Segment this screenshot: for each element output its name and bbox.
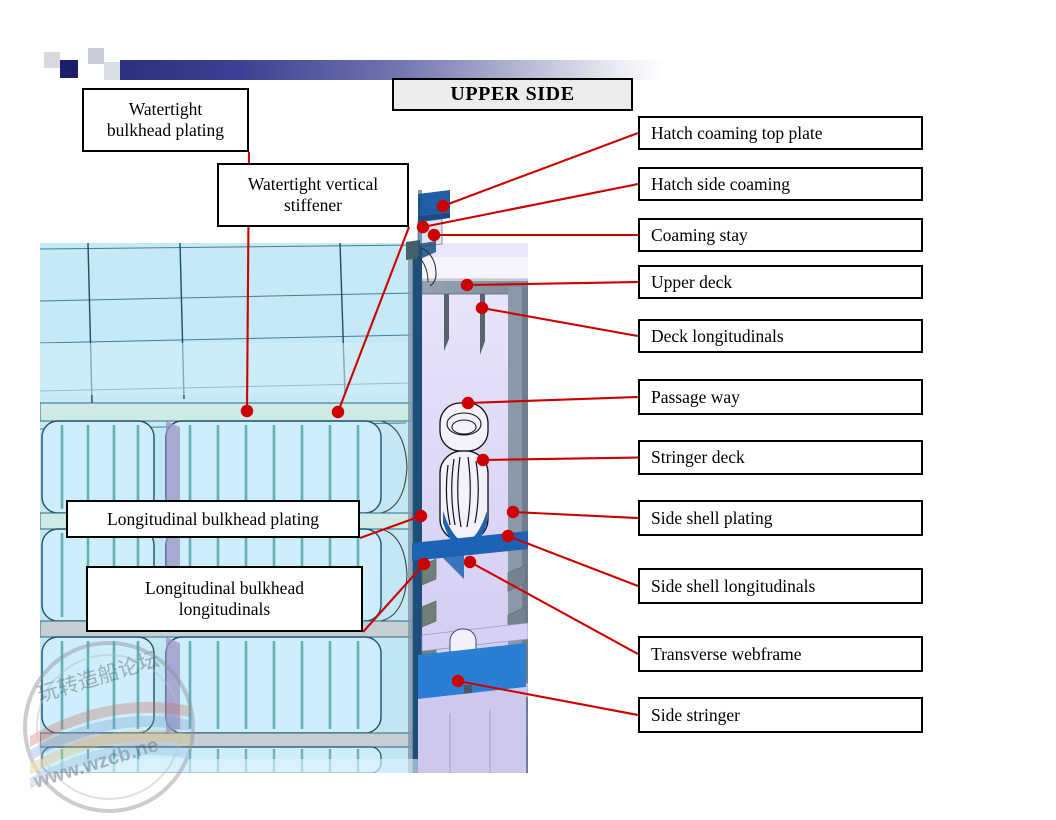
label-longitudinal-bulkhead-plating: Longitudinal bulkhead plating bbox=[66, 500, 360, 538]
label-text-line: Longitudinal bulkhead plating bbox=[107, 508, 319, 529]
label-watertight-vertical-stiffener: Watertight vertical stiffener bbox=[217, 163, 409, 227]
label-text-line: longitudinals bbox=[178, 599, 271, 619]
label-text: Upper deck bbox=[651, 271, 733, 292]
hatch-coaming-top-plate-leader-line bbox=[442, 132, 639, 207]
passage-way-leader-line bbox=[467, 395, 639, 405]
label-text: Passage way bbox=[651, 386, 740, 407]
label-text: Stringer deck bbox=[651, 447, 745, 468]
watertight-vertical-stiffener-leader-dot bbox=[331, 405, 345, 419]
label-transverse-webframe: Transverse webframe bbox=[638, 636, 923, 672]
stringer-deck-leader-line bbox=[482, 456, 639, 462]
side-shell-plating-leader-dot bbox=[506, 505, 520, 519]
side-shell-longitudinals-leader-line bbox=[507, 535, 639, 587]
stringer-deck-leader-dot bbox=[476, 453, 490, 467]
deck-longitudinals-leader-dot bbox=[475, 301, 489, 315]
upper-deck-leader-line bbox=[466, 280, 639, 287]
upper-deck-leader-dot bbox=[460, 278, 474, 292]
longitudinal-bulkhead-longitudinals-leader-line bbox=[362, 563, 425, 633]
coaming-stay-leader-dot bbox=[427, 228, 441, 242]
label-text-line: stiffener bbox=[284, 195, 342, 215]
side-shell-plating-leader-line bbox=[512, 510, 639, 520]
label-text: Coaming stay bbox=[651, 224, 748, 245]
label-text-line: Longitudinal bulkhead bbox=[145, 578, 304, 599]
hatch-coaming-top-plate-leader-dot bbox=[436, 199, 450, 213]
side-stringer-leader-dot bbox=[451, 674, 465, 688]
label-longitudinal-bulkhead-longitudinals: Longitudinal bulkhead longitudinals bbox=[86, 566, 363, 632]
label-hatch-coaming-top-plate: Hatch coaming top plate bbox=[638, 116, 923, 150]
label-text: Side shell longitudinals bbox=[651, 575, 816, 596]
label-hatch-side-coaming: Hatch side coaming bbox=[638, 167, 923, 201]
passage-way-leader-dot bbox=[461, 396, 475, 410]
label-side-shell-longitudinals: Side shell longitudinals bbox=[638, 568, 923, 604]
label-watertight-bulkhead-plating: Watertight bulkhead plating bbox=[82, 88, 249, 152]
longitudinal-bulkhead-longitudinals-leader-dot bbox=[417, 557, 431, 571]
side-stringer-leader-line bbox=[457, 679, 639, 717]
label-text: Side stringer bbox=[651, 704, 740, 725]
longitudinal-bulkhead-plating-leader-line bbox=[359, 515, 422, 539]
hatch-side-coaming-leader-line bbox=[422, 182, 639, 229]
label-text: Side shell plating bbox=[651, 507, 773, 528]
watertight-vertical-stiffener-leader-line bbox=[337, 226, 410, 413]
label-stringer-deck: Stringer deck bbox=[638, 440, 923, 475]
watertight-bulkhead-plating-leader-dot bbox=[240, 404, 254, 418]
label-text: Hatch side coaming bbox=[651, 173, 790, 194]
transverse-webframe-leader-dot bbox=[463, 555, 477, 569]
label-text-line: Watertight bbox=[128, 99, 203, 120]
deck-longitudinals-leader-line bbox=[481, 306, 639, 338]
label-text: Hatch coaming top plate bbox=[651, 122, 823, 143]
label-side-shell-plating: Side shell plating bbox=[638, 500, 923, 536]
hatch-side-coaming-leader-dot bbox=[416, 220, 430, 234]
label-deck-longitudinals: Deck longitudinals bbox=[638, 319, 923, 353]
label-coaming-stay: Coaming stay bbox=[638, 218, 923, 252]
side-shell-longitudinals-leader-dot bbox=[501, 529, 515, 543]
label-upper-deck: Upper deck bbox=[638, 265, 923, 299]
label-side-stringer: Side stringer bbox=[638, 697, 923, 733]
label-text-line: Watertight vertical bbox=[247, 174, 379, 195]
label-passage-way: Passage way bbox=[638, 379, 923, 415]
label-text: Deck longitudinals bbox=[651, 325, 784, 346]
slide-canvas: UPPER SIDE 玩转造船论坛 www.wzcb.ne Hatch coam… bbox=[0, 0, 1056, 816]
label-text-line: bulkhead plating bbox=[106, 120, 225, 140]
longitudinal-bulkhead-plating-leader-dot bbox=[414, 509, 428, 523]
label-text: Transverse webframe bbox=[651, 643, 802, 664]
